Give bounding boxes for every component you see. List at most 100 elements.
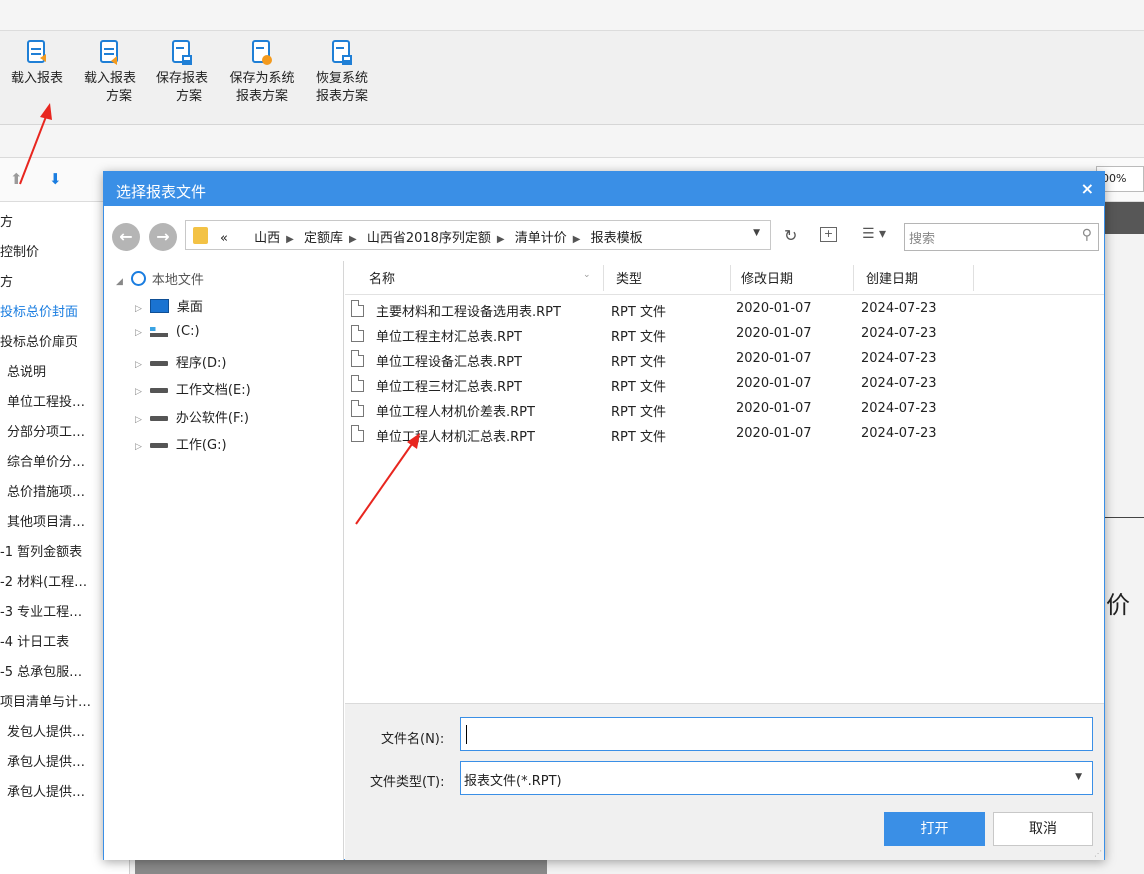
load-scheme-icon [100,40,118,65]
document-icon [351,300,364,317]
tree-item[interactable]: -2 材料(工程… [0,573,87,593]
column-modified[interactable]: 修改日期 [741,268,793,287]
back-button[interactable]: ← [112,223,140,251]
chevron-down-icon: ▼ [1075,772,1082,782]
nav-item-drive-c[interactable]: ▷ (C:) [135,324,200,339]
move-up-icon[interactable]: ⬆ [10,170,23,188]
file-row[interactable]: 单位工程人材机汇总表.RPT RPT 文件 2020-01-07 2024-07… [345,422,1104,447]
load-report-scheme-button[interactable]: 载入报表 方案 [78,39,142,106]
tree-item[interactable]: -5 总承包服… [0,663,82,683]
nav-item-label: 桌面 [176,300,203,315]
column-type[interactable]: 类型 [616,268,642,287]
nav-item-label: 本地文件 [151,273,204,288]
file-modified: 2020-01-07 [736,301,812,316]
tree-item[interactable]: 分部分项工… [7,423,85,443]
restore-system-icon [332,40,352,65]
nav-item-drive-e[interactable]: ▷ 工作文档(E:) [135,379,251,398]
nav-item-label: 办公软件(F:) [175,411,249,426]
tree-item[interactable]: 总价措施项… [7,483,85,503]
tree-item[interactable]: 单位工程投… [7,393,85,413]
nav-item-drive-g[interactable]: ▷ 工作(G:) [135,434,227,453]
restore-system-scheme-button[interactable]: 恢复系统 报表方案 [309,39,375,106]
resize-grip-icon[interactable]: ⋰ [1094,849,1102,858]
save-as-system-scheme-button[interactable]: 保存为系统 报表方案 [223,39,301,106]
tree-item[interactable]: 控制价 [0,243,39,263]
file-type: RPT 文件 [611,405,666,420]
tree-item[interactable]: 承包人提供… [7,753,85,773]
tree-item[interactable]: 投标总价扉页 [0,333,78,353]
move-down-icon[interactable]: ⬇ [49,170,62,188]
save-system-label-1: 保存为系统 [229,71,295,86]
file-row[interactable]: 单位工程人材机价差表.RPT RPT 文件 2020-01-07 2024-07… [345,397,1104,422]
file-type: RPT 文件 [611,305,666,320]
load-report-label: 载入报表 [10,71,63,86]
forward-button[interactable]: → [149,223,177,251]
nav-item-desktop[interactable]: ▷ 桌面 [135,296,203,315]
document-icon [351,375,364,392]
ribbon: 载入报表 载入报表 方案 保存报表 方案 保存为系统 报表方案 恢复系统 报表方… [0,31,1144,125]
save-scheme-label-2: 方案 [175,89,202,104]
load-report-button[interactable]: 载入报表 [5,39,69,88]
file-row[interactable]: 主要材料和工程设备选用表.RPT RPT 文件 2020-01-07 2024-… [345,297,1104,322]
new-folder-icon[interactable]: + [820,227,837,242]
file-type: RPT 文件 [611,430,666,445]
title-strip [0,0,1144,31]
load-report-icon [27,40,46,63]
tree-item[interactable]: -1 暂列金额表 [0,543,82,563]
tree-item[interactable]: -4 计日工表 [0,633,69,653]
column-divider[interactable] [730,265,731,291]
preview-scrollbar[interactable] [135,858,547,874]
tree-item[interactable]: 综合单价分… [7,453,85,473]
drive-icon [149,416,168,421]
tree-item[interactable]: 承包人提供… [7,783,85,803]
close-icon[interactable]: × [1081,179,1094,198]
column-name[interactable]: 名称 [369,268,395,287]
breadcrumb-item[interactable]: 定额库 [304,231,343,246]
expand-icon: ▷ [135,304,142,314]
breadcrumb-separator-icon: ▶ [496,234,505,245]
refresh-icon[interactable]: ↻ [784,226,797,245]
tree-item[interactable]: 方 [0,273,13,293]
tree-item[interactable]: -3 专业工程… [0,603,82,623]
file-row[interactable]: 单位工程主材汇总表.RPT RPT 文件 2020-01-07 2024-07-… [345,322,1104,347]
tree-item[interactable]: 其他项目清… [7,513,85,533]
breadcrumb-item[interactable]: 山西省2018序列定额 [367,231,491,246]
column-divider[interactable] [973,265,974,291]
filename-input[interactable] [460,717,1093,751]
file-row[interactable]: 单位工程三材汇总表.RPT RPT 文件 2020-01-07 2024-07-… [345,372,1104,397]
view-menu-icon[interactable]: ☰ ▾ [862,226,886,242]
document-icon [351,325,364,342]
save-report-scheme-button[interactable]: 保存报表 方案 [150,39,214,106]
folder-icon [193,227,208,244]
tree-item[interactable]: 发包人提供… [7,723,85,743]
column-divider[interactable] [603,265,604,291]
file-type: RPT 文件 [611,355,666,370]
column-divider[interactable] [853,265,854,291]
nav-item-label: (C:) [175,324,200,339]
tree-item[interactable]: 总说明 [7,363,46,383]
nav-item-drive-f[interactable]: ▷ 办公软件(F:) [135,407,249,426]
breadcrumb-overflow[interactable]: « [220,231,228,246]
filetype-select[interactable]: 报表文件(*.RPT) ▼ [460,761,1093,795]
address-bar[interactable]: « 山西 ▶ 定额库 ▶ 山西省2018序列定额 ▶ 清单计价 ▶ 报表模板 ▼ [185,220,771,250]
breadcrumb-item[interactable]: 清单计价 [515,231,567,246]
nav-local-files[interactable]: ◢ 本地文件 [116,269,204,288]
file-name: 单位工程三材汇总表.RPT [376,380,522,395]
tree-item[interactable]: 方 [0,213,13,233]
tree-item-selected[interactable]: 投标总价封面 [0,303,78,323]
breadcrumb-item[interactable]: 山西 [254,231,280,246]
restore-system-label-1: 恢复系统 [315,71,368,86]
file-row[interactable]: 单位工程设备汇总表.RPT RPT 文件 2020-01-07 2024-07-… [345,347,1104,372]
tree-item[interactable]: 项目清单与计… [0,693,91,713]
expand-icon: ▷ [135,415,142,425]
column-created[interactable]: 创建日期 [866,268,918,287]
file-modified: 2020-01-07 [736,326,812,341]
breadcrumb-separator-icon: ▶ [572,234,581,245]
open-button[interactable]: 打开 [884,812,985,846]
search-input[interactable]: 搜索 ⚲ [904,223,1099,251]
file-created: 2024-07-23 [861,401,937,416]
cancel-button[interactable]: 取消 [993,812,1093,846]
address-dropdown-icon[interactable]: ▼ [753,228,760,238]
nav-item-drive-d[interactable]: ▷ 程序(D:) [135,352,226,371]
breadcrumb-item[interactable]: 报表模板 [591,231,643,246]
